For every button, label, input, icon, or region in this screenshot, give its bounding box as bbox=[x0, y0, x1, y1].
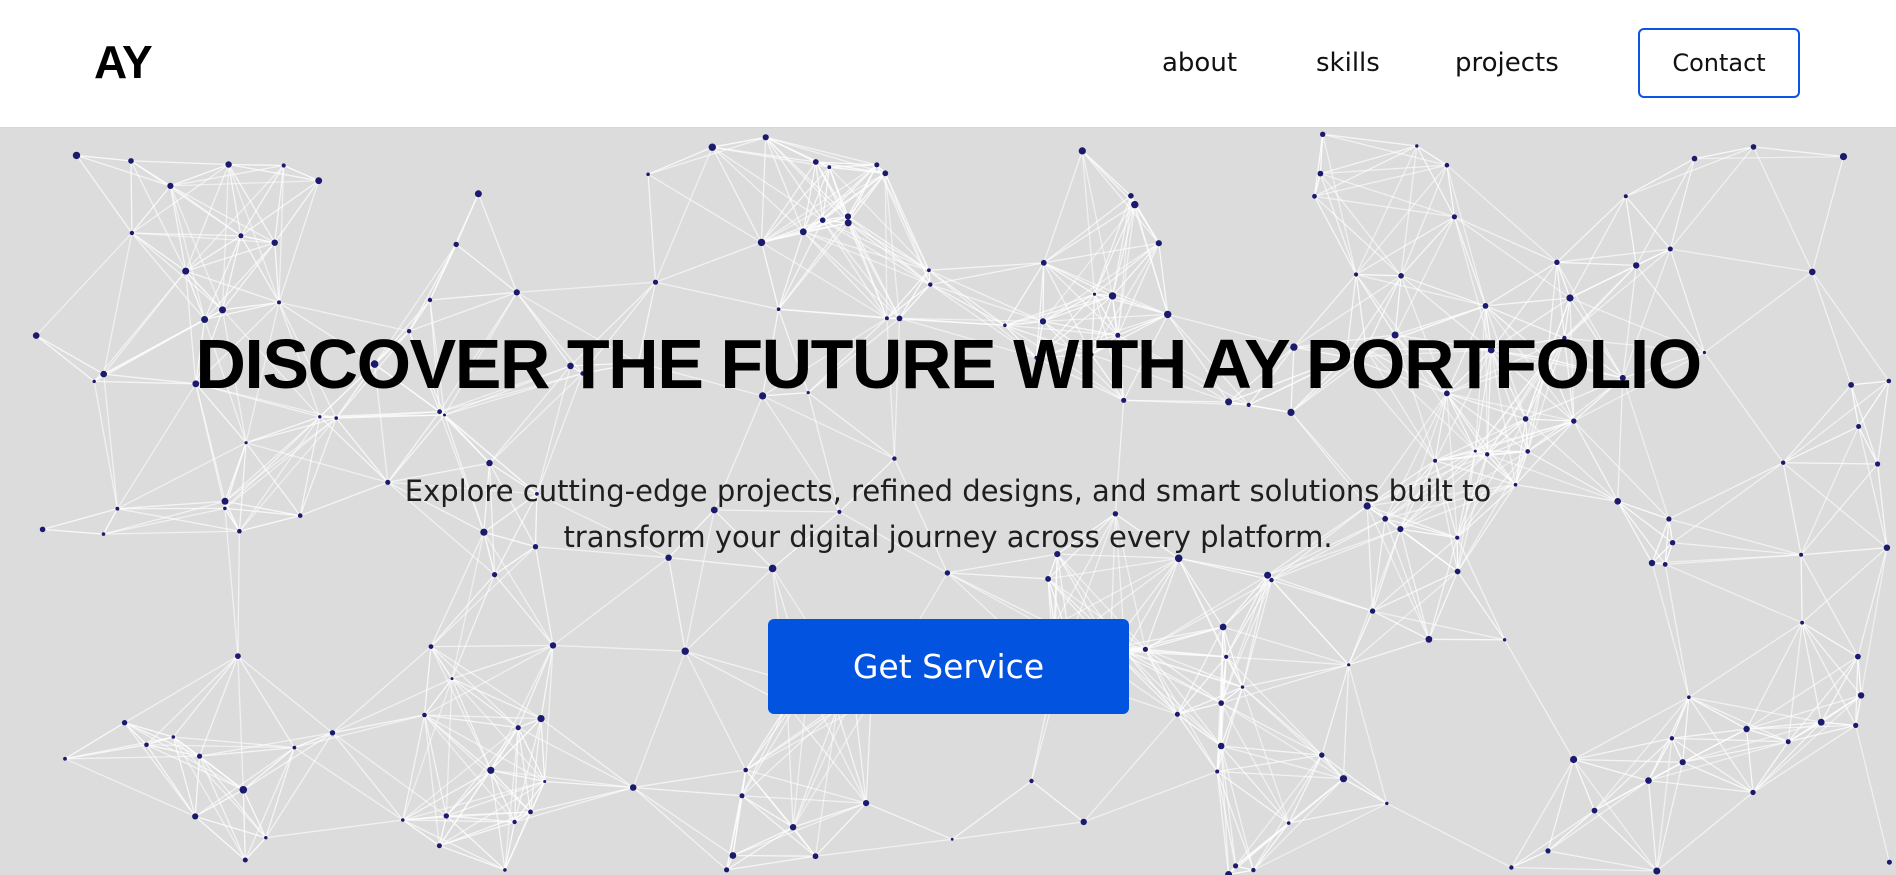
nav-link-projects[interactable]: projects bbox=[1455, 46, 1559, 80]
hero-title: DISCOVER THE FUTURE WITH AY PORTFOLIO bbox=[195, 325, 1702, 403]
hero-description: Explore cutting-edge projects, refined d… bbox=[404, 474, 1492, 554]
hero-section: DISCOVER THE FUTURE WITH AY PORTFOLIO Ex… bbox=[0, 128, 1896, 875]
nav-menu: about skills projects bbox=[0, 0, 1896, 128]
nav-link-skills[interactable]: skills bbox=[1316, 46, 1380, 80]
contact-button[interactable]: Contact bbox=[1638, 28, 1800, 98]
navbar: AY about skills projects Contact bbox=[0, 0, 1896, 128]
get-service-button[interactable]: Get Service bbox=[768, 619, 1129, 714]
nav-link-about[interactable]: about bbox=[1162, 46, 1237, 80]
